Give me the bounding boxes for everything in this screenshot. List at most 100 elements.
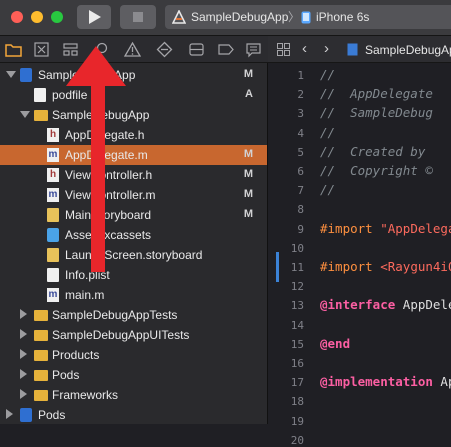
navigator-row[interactable]: Assets.xcassets <box>0 225 267 245</box>
code-token: // SampleDebug <box>320 105 433 121</box>
source-control-status: M <box>243 168 253 180</box>
code-token: @end <box>320 335 351 351</box>
code-line[interactable]: // <box>320 125 335 140</box>
code-line[interactable]: // Created by <box>320 144 425 159</box>
navigator-row[interactable]: h ViewController.h M <box>0 165 267 185</box>
breadcrumb-item[interactable]: SampleDebugApp <box>365 43 451 57</box>
line-number: 13 <box>290 299 304 313</box>
device-icon <box>301 11 311 24</box>
disclosure-closed-icon[interactable] <box>20 309 27 319</box>
project-navigator: SampleDebugApp Mpodfile A SampleDebugApp h Ap… <box>0 63 268 424</box>
device-selector[interactable]: iPhone 6s <box>316 5 369 29</box>
code-line[interactable]: // SampleDebug <box>320 105 433 120</box>
code-line[interactable]: #import <Raygun4iO <box>320 259 451 274</box>
navigator-row[interactable]: Frameworks <box>0 385 267 405</box>
folder-icon <box>34 310 48 321</box>
storyboard-icon <box>47 208 59 222</box>
close-window-button[interactable] <box>11 11 23 23</box>
disclosure-closed-icon[interactable] <box>20 369 27 379</box>
zoom-window-button[interactable] <box>51 11 63 23</box>
navigator-row-label: Pods <box>38 408 66 422</box>
disclosure-closed-icon[interactable] <box>20 329 27 339</box>
related-items-icon[interactable] <box>277 43 290 56</box>
code-line[interactable]: #import "AppDelega <box>320 221 451 236</box>
disclosure-closed-icon[interactable] <box>20 389 27 399</box>
line-number: 3 <box>297 107 304 121</box>
forward-arrow-icon[interactable]: › <box>324 40 329 57</box>
code-line[interactable]: @implementation Ap <box>320 374 451 389</box>
report-icon[interactable] <box>245 41 262 58</box>
hierarchy-icon[interactable] <box>62 41 79 58</box>
navigator-row[interactable]: Pods <box>0 365 267 385</box>
line-number: 9 <box>297 222 304 236</box>
code-token: // Copyright © <box>320 163 433 178</box>
minimize-window-button[interactable] <box>31 11 43 23</box>
navigator-row[interactable]: SampleDebugAppTests <box>0 305 267 325</box>
code-line[interactable]: // <box>320 182 335 197</box>
code-token: // <box>320 182 336 198</box>
navigator-row-label: SampleDebugAppUITests <box>52 328 190 342</box>
navigator-row-label: main.m <box>65 288 105 302</box>
warning-icon[interactable] <box>124 41 141 58</box>
navigator-row[interactable]: h AppDelegate.h <box>0 125 267 145</box>
navigator-row[interactable]: LaunchScreen.storyboard <box>0 245 267 265</box>
run-button[interactable] <box>77 5 111 29</box>
navigator-row[interactable]: SampleDebugApp M <box>0 65 267 85</box>
play-icon <box>89 10 101 24</box>
navigator-row-label: Products <box>52 348 100 362</box>
source-change-indicator[interactable] <box>276 252 279 282</box>
line-number: 2 <box>297 88 304 102</box>
navigator-row-label: AppDelegate.h <box>65 128 145 142</box>
line-number: 5 <box>297 145 304 159</box>
navigator-row[interactable]: SampleDebugAppUITests <box>0 325 267 345</box>
debug-icon[interactable] <box>188 41 205 58</box>
search-icon[interactable] <box>95 41 112 58</box>
navigator-row[interactable]: Info.plist <box>0 265 267 285</box>
code-line[interactable]: @end <box>320 336 350 351</box>
navigator-row-label: Pods <box>52 368 80 382</box>
scheme-selector[interactable]: SampleDebugApp 〉 iPhone 6s <box>165 5 451 29</box>
source-control-status: M <box>243 148 253 160</box>
navigator-row[interactable]: Main.storyboard M <box>0 205 267 225</box>
navigator-row[interactable]: m ViewController.m M <box>0 185 267 205</box>
navigator-row-label: AppDelegate.m <box>65 148 148 162</box>
source-editor[interactable]: // // AppDelegate // SampleDebug // // Creat… <box>312 63 451 424</box>
folder-icon[interactable] <box>5 41 22 58</box>
assets-icon <box>47 228 59 242</box>
jump-bar: ‹ › SampleDebugApp <box>268 36 451 63</box>
disclosure-closed-icon[interactable] <box>20 349 27 359</box>
line-number: 8 <box>297 203 304 217</box>
stop-button[interactable] <box>120 5 156 29</box>
disclosure-closed-icon[interactable] <box>6 409 13 419</box>
line-number: 12 <box>290 280 304 294</box>
navigator-row[interactable]: m main.m <box>0 285 267 305</box>
code-token: // <box>320 124 336 140</box>
source-control-icon[interactable] <box>33 41 50 58</box>
source-control-status: M <box>243 208 253 220</box>
back-arrow-icon[interactable]: ‹ <box>302 40 307 57</box>
document-icon <box>347 43 358 56</box>
header-file-icon: h <box>47 128 59 142</box>
navigator-row-label: ViewController.h <box>65 168 153 182</box>
breakpoint-icon[interactable] <box>217 41 234 58</box>
navigator-row-label: LaunchScreen.storyboard <box>65 248 203 262</box>
navigator-row[interactable]: Pods <box>0 405 267 425</box>
chevron-right-icon: 〉 <box>288 10 301 24</box>
code-line[interactable]: @interface AppDele <box>320 297 451 312</box>
line-number: 14 <box>290 318 304 332</box>
navigator-row[interactable]: m AppDelegate.m M <box>0 145 267 165</box>
disclosure-open-icon[interactable] <box>20 111 30 118</box>
disclosure-open-icon[interactable] <box>6 71 16 78</box>
line-number: 7 <box>297 184 304 198</box>
navigator-row[interactable]: Products <box>0 345 267 365</box>
objc-file-icon: m <box>47 188 59 202</box>
navigator-row[interactable]: SampleDebugApp <box>0 105 267 125</box>
code-line[interactable]: // <box>320 67 335 82</box>
code-token: #import <box>320 259 381 274</box>
code-token: @implementation <box>320 374 441 390</box>
test-diamond-icon[interactable] <box>156 41 173 58</box>
code-line[interactable]: // Copyright © <box>320 163 433 178</box>
navigator-row[interactable]: podfile A <box>0 85 267 105</box>
code-line[interactable]: // AppDelegate <box>320 86 433 101</box>
code-token: <Raygun4iO <box>380 259 451 274</box>
